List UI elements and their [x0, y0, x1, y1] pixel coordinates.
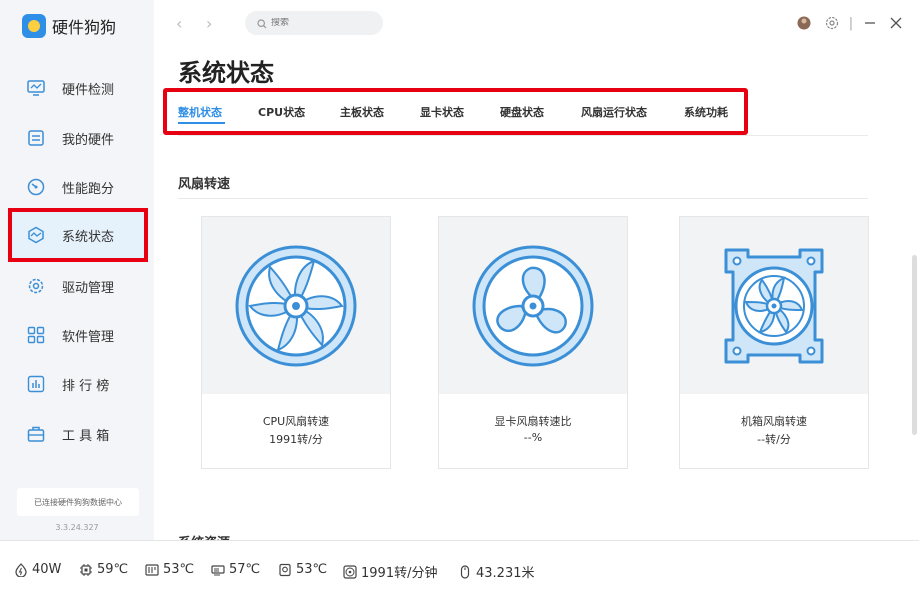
- sidebar-item-benchmark[interactable]: 性能跑分: [0, 165, 154, 209]
- stat-cpu-temp: 59℃: [79, 562, 128, 577]
- sidebar-item-toolbox[interactable]: 工 具 箱: [0, 412, 154, 456]
- active-tab-indicator: [178, 122, 225, 124]
- gpu-fan-icon: [439, 217, 627, 394]
- sidebar-item-label: 系统状态: [62, 229, 115, 245]
- monitor-icon: [26, 78, 46, 98]
- fan-icon: [343, 564, 357, 579]
- version-label: 3.3.24.327: [55, 523, 99, 532]
- disk-temp-value: 53℃: [296, 562, 328, 577]
- sidebar-item-label: 我的硬件: [62, 132, 115, 148]
- section-divider: [178, 198, 868, 199]
- stat-disk-temp: 53℃: [278, 562, 327, 577]
- power-value: 40W: [32, 562, 62, 577]
- sidebar-item-label: 排 行 榜: [62, 378, 110, 394]
- settings-icon[interactable]: [823, 14, 841, 32]
- topbar: ‹ › |: [154, 0, 919, 46]
- sidebar-item-label: 性能跑分: [62, 181, 115, 197]
- section-title-resources: 系统资源: [178, 532, 378, 540]
- tab-overall[interactable]: 整机状态: [178, 104, 222, 120]
- avatar[interactable]: [795, 14, 813, 32]
- gpu-temp-value: 57℃: [229, 562, 261, 577]
- back-arrow-icon[interactable]: ‹: [176, 14, 182, 33]
- system-status-icon: [26, 225, 46, 245]
- sidebar-item-ranking[interactable]: 排 行 榜: [0, 362, 154, 406]
- sidebar-item-label: 硬件检测: [62, 82, 115, 98]
- toolbox-icon: [26, 424, 46, 444]
- ranking-icon: [26, 374, 46, 394]
- stat-mouse-distance: 43.231米: [458, 562, 535, 581]
- tab-cpu[interactable]: CPU状态: [258, 104, 305, 120]
- disk-icon: [278, 563, 292, 577]
- search-input[interactable]: [271, 18, 371, 28]
- close-icon[interactable]: [887, 14, 905, 32]
- sidebar-item-my-hardware[interactable]: 我的硬件: [0, 116, 154, 160]
- stat-board-temp: 53℃: [145, 562, 194, 577]
- tab-disk[interactable]: 硬盘状态: [500, 104, 544, 120]
- board-temp-value: 53℃: [163, 562, 195, 577]
- cpu-fan-icon: [202, 217, 390, 394]
- dog-logo-icon: [22, 14, 46, 38]
- minimize-icon[interactable]: [861, 14, 879, 32]
- sidebar-item-label: 软件管理: [62, 329, 115, 345]
- sidebar-item-driver[interactable]: 驱动管理: [0, 264, 154, 308]
- tab-motherboard[interactable]: 主板状态: [340, 104, 384, 120]
- fan-card-value: --%: [523, 431, 543, 444]
- sidebar-item-hardware-detect[interactable]: 硬件检测: [0, 66, 154, 110]
- tab-divider: [178, 135, 868, 136]
- power-icon: [14, 562, 28, 577]
- sidebar-item-label: 工 具 箱: [62, 428, 110, 444]
- motherboard-icon: [145, 563, 159, 577]
- sidebar-item-label: 驱动管理: [62, 280, 115, 296]
- fan-card-label: 显卡风扇转速比: [494, 415, 572, 428]
- cpu-temp-value: 59℃: [97, 562, 129, 577]
- fan-card-label: 机箱风扇转速: [741, 415, 807, 428]
- sidebar-item-software[interactable]: 软件管理: [0, 313, 154, 357]
- hardware-icon: [26, 128, 46, 148]
- separator-icon: |: [848, 15, 854, 31]
- scrollbar[interactable]: [912, 255, 917, 435]
- stat-fan-speed: 1991转/分钟: [343, 562, 437, 581]
- fan-speed-value: 1991转/分钟: [361, 566, 438, 581]
- connection-status: 已连接硬件狗狗数据中心: [17, 488, 139, 516]
- fan-card-cpu: CPU风扇转速 1991转/分: [201, 216, 391, 469]
- gauge-icon: [26, 177, 46, 197]
- tab-fan[interactable]: 风扇运行状态: [581, 104, 647, 120]
- fan-card-case: 机箱风扇转速 --转/分: [679, 216, 869, 469]
- stat-power: 40W: [14, 562, 61, 577]
- brand: 硬件狗狗: [22, 14, 116, 38]
- section-title-fan: 风扇转速: [178, 177, 231, 192]
- section-title-text: 系统资源: [178, 532, 230, 540]
- forward-arrow-icon[interactable]: ›: [206, 14, 212, 33]
- cpu-chip-icon: [79, 563, 93, 577]
- fan-card-label: CPU风扇转速: [262, 415, 330, 428]
- fan-card-gpu: 显卡风扇转速比 --%: [438, 216, 628, 469]
- status-tabs: 整机状态 CPU状态 主板状态 显卡状态 硬盘状态 风扇运行状态 系统功耗: [163, 88, 748, 135]
- tab-power[interactable]: 系统功耗: [684, 104, 728, 120]
- page-title: 系统状态: [178, 59, 274, 87]
- sidebar-item-system-status[interactable]: 系统状态: [8, 208, 148, 262]
- fan-card-value: --转/分: [757, 433, 791, 446]
- tab-gpu[interactable]: 显卡状态: [420, 104, 464, 120]
- mouse-distance-value: 43.231米: [476, 566, 535, 581]
- search-box[interactable]: [245, 11, 383, 35]
- mouse-icon: [458, 564, 472, 579]
- app-name: 硬件狗狗: [52, 18, 117, 37]
- app-window: 硬件狗狗 硬件检测 我的硬件 性能跑分 系统状态 驱动管理 软件管理 排 行 榜…: [0, 0, 919, 593]
- gear-icon: [26, 276, 46, 296]
- search-icon: [257, 14, 267, 33]
- statusbar: 40W 59℃ 53℃ 57℃ 53℃ 1991转/分钟 43.231米: [0, 540, 919, 593]
- stat-gpu-temp: 57℃: [211, 562, 260, 577]
- fan-card-value: 1991转/分: [269, 433, 323, 446]
- case-fan-icon: [680, 217, 868, 394]
- sidebar: 硬件狗狗 硬件检测 我的硬件 性能跑分 系统状态 驱动管理 软件管理 排 行 榜…: [0, 0, 154, 540]
- gpu-card-icon: [211, 563, 225, 577]
- apps-icon: [26, 325, 46, 345]
